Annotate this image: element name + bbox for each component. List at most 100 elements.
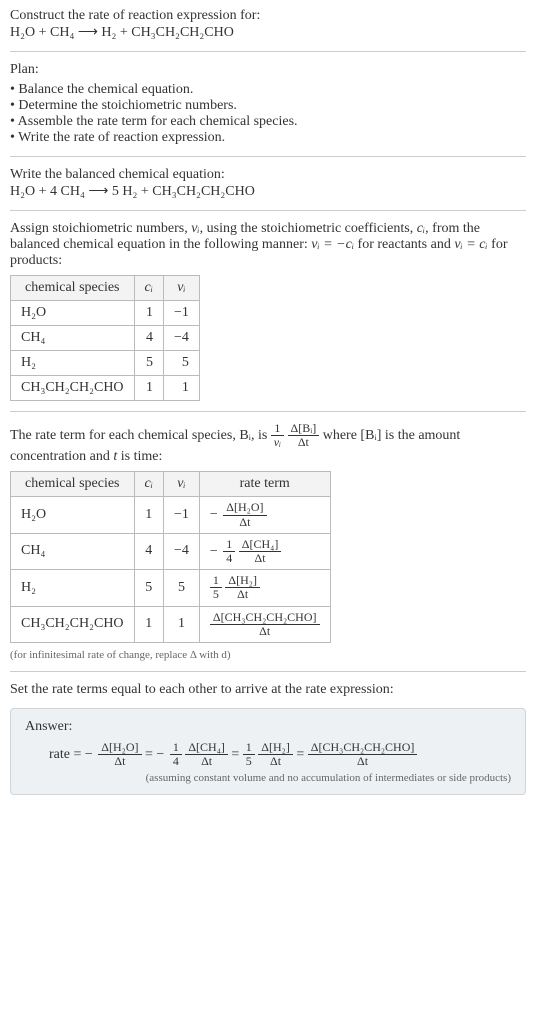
- frac-den: Δt: [223, 516, 266, 529]
- equals: =: [231, 747, 242, 762]
- stoich-intro: Assign stoichiometric numbers, νᵢ, using…: [10, 221, 526, 269]
- text: The rate term for each chemical species,…: [10, 428, 271, 443]
- frac-num: 1: [271, 422, 284, 436]
- fraction: 1 νᵢ: [271, 422, 284, 449]
- plan-step: Determine the stoichiometric numbers.: [10, 98, 526, 114]
- table-header-row: chemical species cᵢ νᵢ: [11, 276, 200, 301]
- frac-num: Δ[CH₄]: [185, 741, 228, 755]
- cell-c: 5: [134, 351, 163, 376]
- cell-rate: − 1 4 Δ[CH₄] Δt: [199, 533, 330, 569]
- cell-nu: −1: [163, 301, 199, 326]
- cell-c: 1: [134, 606, 163, 642]
- fraction: Δ[CH₄] Δt: [239, 538, 282, 565]
- fraction: Δ[CH₃CH₂CH₂CHO] Δt: [210, 611, 320, 638]
- plan-step: Assemble the rate term for each chemical…: [10, 114, 526, 130]
- frac-num: 1: [223, 538, 235, 552]
- table-row: CH₃CH₂CH₂CHO 1 1: [11, 376, 200, 401]
- fraction: Δ[H₂O] Δt: [223, 501, 266, 528]
- frac-num: 1: [170, 741, 182, 755]
- answer-note: (assuming constant volume and no accumul…: [25, 772, 511, 784]
- divider: [10, 51, 526, 52]
- frac-num: Δ[CH₄]: [239, 538, 282, 552]
- col-c: cᵢ: [134, 472, 163, 497]
- cell-species: CH₄: [11, 326, 135, 351]
- cell-nu: 1: [163, 376, 199, 401]
- cell-c: 4: [134, 533, 163, 569]
- frac-num: Δ[Bᵢ]: [288, 422, 320, 436]
- cell-c: 4: [134, 326, 163, 351]
- table-row: H₂ 5 5 1 5 Δ[H₂] Δt: [11, 570, 331, 606]
- frac-den: νᵢ: [271, 436, 284, 449]
- cell-species: CH₃CH₂CH₂CHO: [11, 376, 135, 401]
- col-rate: rate term: [199, 472, 330, 497]
- frac-num: Δ[H₂]: [225, 574, 260, 588]
- equals: =: [145, 747, 156, 762]
- frac-den: Δt: [258, 755, 293, 768]
- coef-fraction: 1 4: [170, 741, 182, 768]
- frac-den: Δt: [185, 755, 228, 768]
- text: , using the stoichiometric coefficients,: [200, 221, 417, 236]
- table-header-row: chemical species cᵢ νᵢ rate term: [11, 472, 331, 497]
- frac-num: Δ[CH₃CH₂CH₂CHO]: [210, 611, 320, 625]
- table-row: CH₄ 4 −4 − 1 4 Δ[CH₄] Δt: [11, 533, 331, 569]
- cell-nu: −4: [163, 326, 199, 351]
- sign: −: [210, 507, 218, 522]
- table-row: H₂O 1 −1 − Δ[H₂O] Δt: [11, 497, 331, 533]
- cell-c: 1: [134, 497, 163, 533]
- text: for reactants and: [354, 237, 454, 252]
- col-nu: νᵢ: [163, 472, 199, 497]
- frac-den: Δt: [225, 588, 260, 601]
- table-row: H₂O 1 −1: [11, 301, 200, 326]
- text: is time:: [117, 449, 162, 464]
- frac-den: Δt: [239, 552, 282, 565]
- cell-species: H₂O: [11, 301, 135, 326]
- frac-num: Δ[H₂O]: [98, 741, 141, 755]
- product-rule: νᵢ = cᵢ: [454, 237, 487, 252]
- col-species: chemical species: [11, 472, 135, 497]
- frac-num: 1: [210, 574, 222, 588]
- divider: [10, 671, 526, 672]
- reactant-rule: νᵢ = −cᵢ: [311, 237, 354, 252]
- fraction: Δ[H₂] Δt: [258, 741, 293, 768]
- plan-step: Write the rate of reaction expression.: [10, 130, 526, 146]
- cell-species: CH₃CH₂CH₂CHO: [11, 606, 135, 642]
- answer-label: Answer:: [25, 719, 511, 735]
- frac-num: Δ[H₂O]: [223, 501, 266, 515]
- cell-species: H₂O: [11, 497, 135, 533]
- frac-den: Δt: [308, 755, 418, 768]
- divider: [10, 156, 526, 157]
- stoich-table: chemical species cᵢ νᵢ H₂O 1 −1 CH₄ 4 −4…: [10, 275, 200, 401]
- coef-fraction: 1 4: [223, 538, 235, 565]
- plan-title: Plan:: [10, 62, 526, 78]
- cell-species: H₂: [11, 351, 135, 376]
- rate-expression: rate = − Δ[H₂O] Δt = − 1 4 Δ[CH₄] Δt = 1…: [25, 741, 511, 768]
- rate-intro: The rate term for each chemical species,…: [10, 422, 526, 465]
- frac-num: Δ[CH₃CH₂CH₂CHO]: [308, 741, 418, 755]
- cell-species: CH₄: [11, 533, 135, 569]
- cell-c: 1: [134, 301, 163, 326]
- fraction: Δ[CH₃CH₂CH₂CHO] Δt: [308, 741, 418, 768]
- c-symbol: cᵢ: [417, 221, 425, 236]
- frac-num: Δ[H₂]: [258, 741, 293, 755]
- fraction: Δ[H₂] Δt: [225, 574, 260, 601]
- divider: [10, 411, 526, 412]
- answer-box: Answer: rate = − Δ[H₂O] Δt = − 1 4 Δ[CH₄…: [10, 708, 526, 795]
- table-row: CH₃CH₂CH₂CHO 1 1 Δ[CH₃CH₂CH₂CHO] Δt: [11, 606, 331, 642]
- prompt-line: Construct the rate of reaction expressio…: [10, 8, 526, 24]
- cell-nu: −4: [163, 533, 199, 569]
- table-row: CH₄ 4 −4: [11, 326, 200, 351]
- cell-nu: −1: [163, 497, 199, 533]
- sign: −: [85, 747, 93, 762]
- plan-list: Balance the chemical equation. Determine…: [10, 82, 526, 146]
- frac-den: 5: [243, 755, 255, 768]
- nu-symbol: νᵢ: [191, 221, 199, 236]
- rate-table: chemical species cᵢ νᵢ rate term H₂O 1 −…: [10, 471, 331, 643]
- cell-nu: 1: [163, 606, 199, 642]
- col-species: chemical species: [11, 276, 135, 301]
- frac-den: 5: [210, 588, 222, 601]
- frac-num: 1: [243, 741, 255, 755]
- cell-species: H₂: [11, 570, 135, 606]
- frac-den: 4: [223, 552, 235, 565]
- balanced-equation: H₂O + 4 CH₄ ⟶ 5 H₂ + CH₃CH₂CH₂CHO: [10, 183, 526, 200]
- frac-den: Δt: [210, 625, 320, 638]
